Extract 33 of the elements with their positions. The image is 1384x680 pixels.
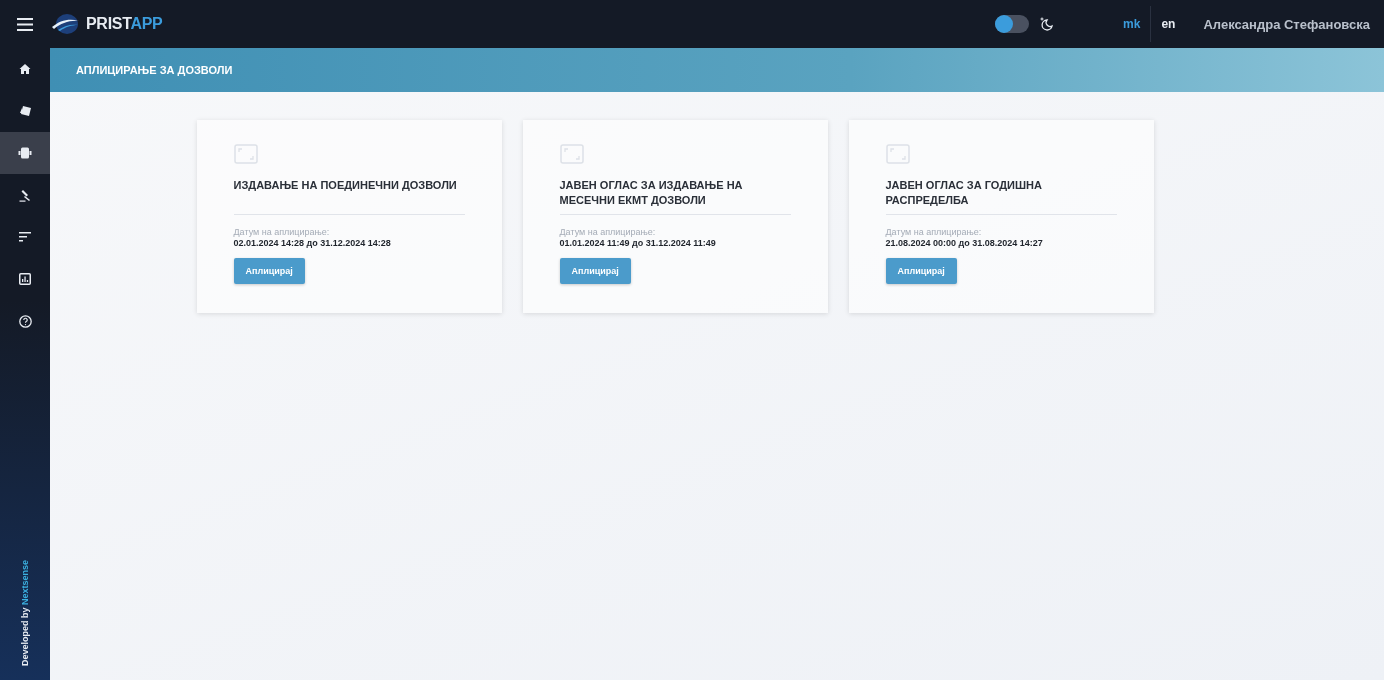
home-icon xyxy=(19,63,31,75)
menu-icon xyxy=(17,17,33,31)
logo-icon xyxy=(50,13,80,35)
brand-name: PRISTAPP xyxy=(86,15,163,33)
card-title: ЈАВЕН ОГЛАС ЗА ГОДИШНА РАСПРЕДЕЛБА xyxy=(885,178,1043,208)
card-title: ИЗДАВАЊЕ НА ПОЕДИНЕЧНИ ДОЗВОЛИ xyxy=(233,178,458,193)
help-icon xyxy=(18,314,32,328)
developer-credit: Developed by Nextsense xyxy=(20,559,30,666)
date-range: 01.01.2024 11:49 до 31.12.2024 11:49 xyxy=(559,238,717,248)
date-label: Датум на аплицирање: xyxy=(559,227,657,237)
gavel-icon xyxy=(18,188,32,202)
image-placeholder-icon xyxy=(885,144,910,164)
date-range: 21.08.2024 00:00 до 31.08.2024 14:27 xyxy=(885,238,1044,248)
date-range: 02.01.2024 14:28 до 31.12.2024 14:28 xyxy=(233,238,392,248)
filter-icon xyxy=(19,232,31,242)
user-name[interactable]: Александра Стефановска xyxy=(1203,16,1370,32)
date-label: Датум на аплицирање: xyxy=(233,227,331,237)
apply-button[interactable]: Аплицирај xyxy=(233,258,305,284)
image-placeholder-icon xyxy=(559,144,584,164)
phone-icon xyxy=(18,147,32,159)
card-title: ЈАВЕН ОГЛАС ЗА ИЗДАВАЊЕ НА МЕСЕЧНИ ЕКМТ ДОЗВОЛИ xyxy=(559,178,744,208)
moon-icon xyxy=(1039,17,1054,31)
apply-button[interactable]: Аплицирај xyxy=(885,258,957,284)
sidebar-item[interactable] xyxy=(0,132,50,174)
language-option[interactable]: en xyxy=(1151,6,1186,42)
theme-toggle[interactable] xyxy=(995,15,1030,33)
cards-icon xyxy=(18,105,32,117)
chart-icon xyxy=(19,273,31,285)
page-title: АПЛИЦИРАЊЕ ЗА ДОЗВОЛИ xyxy=(76,64,233,76)
image-placeholder-icon xyxy=(233,144,258,164)
language-option[interactable]: mk xyxy=(1113,6,1152,42)
apply-button[interactable]: Аплицирај xyxy=(559,258,631,284)
date-label: Датум на аплицирање: xyxy=(885,227,983,237)
